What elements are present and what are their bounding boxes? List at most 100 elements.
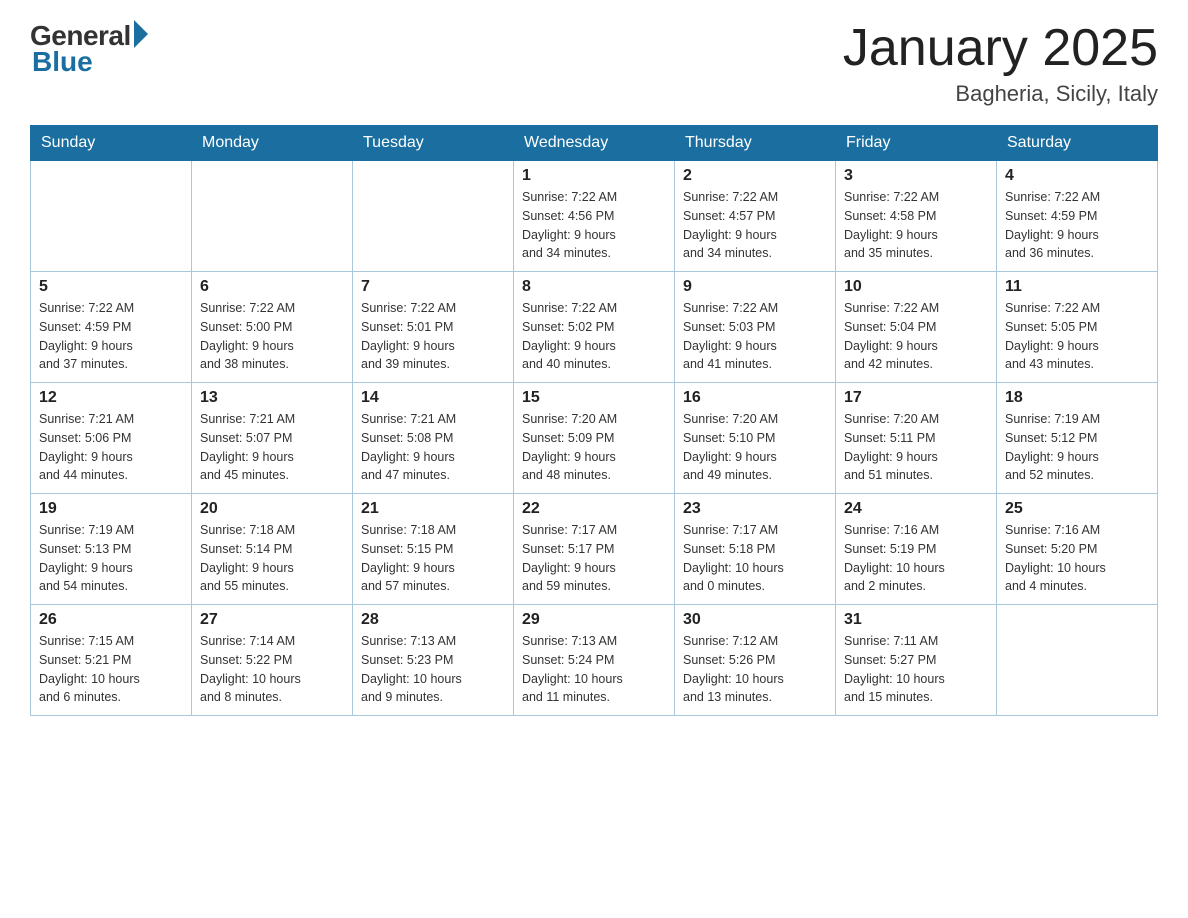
day-info: Sunrise: 7:22 AM Sunset: 4:56 PM Dayligh… [522, 188, 666, 263]
day-info: Sunrise: 7:17 AM Sunset: 5:17 PM Dayligh… [522, 521, 666, 596]
day-info: Sunrise: 7:18 AM Sunset: 5:14 PM Dayligh… [200, 521, 344, 596]
day-number: 24 [844, 500, 988, 518]
day-number: 5 [39, 278, 183, 296]
calendar-day-cell: 12 Sunrise: 7:21 AM Sunset: 5:06 PM Dayli… [31, 383, 192, 494]
day-info: Sunrise: 7:13 AM Sunset: 5:23 PM Dayligh… [361, 632, 505, 707]
calendar-day-cell: 16 Sunrise: 7:20 AM Sunset: 5:10 PM Dayli… [675, 383, 836, 494]
logo-blue-text: Blue [32, 46, 93, 78]
day-number: 22 [522, 500, 666, 518]
day-number: 29 [522, 611, 666, 629]
calendar-day-cell: 5 Sunrise: 7:22 AM Sunset: 4:59 PM Daylig… [31, 272, 192, 383]
day-info: Sunrise: 7:22 AM Sunset: 5:00 PM Dayligh… [200, 299, 344, 374]
day-number: 28 [361, 611, 505, 629]
day-info: Sunrise: 7:19 AM Sunset: 5:13 PM Dayligh… [39, 521, 183, 596]
logo: General Blue [30, 20, 148, 78]
calendar-day-cell: 9 Sunrise: 7:22 AM Sunset: 5:03 PM Daylig… [675, 272, 836, 383]
day-info: Sunrise: 7:21 AM Sunset: 5:07 PM Dayligh… [200, 410, 344, 485]
day-number: 10 [844, 278, 988, 296]
day-info: Sunrise: 7:22 AM Sunset: 4:59 PM Dayligh… [1005, 188, 1149, 263]
day-of-week-header: Thursday [675, 126, 836, 161]
day-number: 25 [1005, 500, 1149, 518]
calendar-header-row: SundayMondayTuesdayWednesdayThursdayFrid… [31, 126, 1158, 161]
day-info: Sunrise: 7:22 AM Sunset: 5:04 PM Dayligh… [844, 299, 988, 374]
day-info: Sunrise: 7:20 AM Sunset: 5:10 PM Dayligh… [683, 410, 827, 485]
day-info: Sunrise: 7:15 AM Sunset: 5:21 PM Dayligh… [39, 632, 183, 707]
calendar-empty-cell [353, 161, 514, 272]
month-title: January 2025 [843, 20, 1158, 77]
day-number: 9 [683, 278, 827, 296]
calendar-day-cell: 8 Sunrise: 7:22 AM Sunset: 5:02 PM Daylig… [514, 272, 675, 383]
day-number: 8 [522, 278, 666, 296]
day-number: 1 [522, 167, 666, 185]
calendar-day-cell: 10 Sunrise: 7:22 AM Sunset: 5:04 PM Dayli… [836, 272, 997, 383]
day-number: 14 [361, 389, 505, 407]
day-info: Sunrise: 7:22 AM Sunset: 4:57 PM Dayligh… [683, 188, 827, 263]
day-number: 11 [1005, 278, 1149, 296]
title-block: January 2025 Bagheria, Sicily, Italy [843, 20, 1158, 107]
calendar-day-cell: 23Sunrise: 7:17 AM Sunset: 5:18 PM Dayli… [675, 494, 836, 605]
calendar-day-cell: 7Sunrise: 7:22 AM Sunset: 5:01 PM Daylig… [353, 272, 514, 383]
logo-arrow-icon [134, 20, 148, 48]
day-number: 21 [361, 500, 505, 518]
day-number: 3 [844, 167, 988, 185]
calendar-day-cell: 17 Sunrise: 7:20 AM Sunset: 5:11 PM Dayli… [836, 383, 997, 494]
day-info: Sunrise: 7:16 AM Sunset: 5:19 PM Dayligh… [844, 521, 988, 596]
day-of-week-header: Wednesday [514, 126, 675, 161]
calendar-day-cell: 1 Sunrise: 7:22 AM Sunset: 4:56 PM Daylig… [514, 161, 675, 272]
calendar-day-cell: 15 Sunrise: 7:20 AM Sunset: 5:09 PM Dayli… [514, 383, 675, 494]
day-of-week-header: Tuesday [353, 126, 514, 161]
day-info: Sunrise: 7:19 AM Sunset: 5:12 PM Dayligh… [1005, 410, 1149, 485]
page-header: General Blue January 2025 Bagheria, Sici… [30, 20, 1158, 107]
calendar-day-cell: 6Sunrise: 7:22 AM Sunset: 5:00 PM Daylig… [192, 272, 353, 383]
day-of-week-header: Monday [192, 126, 353, 161]
day-number: 17 [844, 389, 988, 407]
day-info: Sunrise: 7:18 AM Sunset: 5:15 PM Dayligh… [361, 521, 505, 596]
day-of-week-header: Saturday [997, 126, 1158, 161]
day-info: Sunrise: 7:20 AM Sunset: 5:09 PM Dayligh… [522, 410, 666, 485]
day-number: 18 [1005, 389, 1149, 407]
day-info: Sunrise: 7:20 AM Sunset: 5:11 PM Dayligh… [844, 410, 988, 485]
day-info: Sunrise: 7:21 AM Sunset: 5:06 PM Dayligh… [39, 410, 183, 485]
calendar-day-cell: 18 Sunrise: 7:19 AM Sunset: 5:12 PM Dayli… [997, 383, 1158, 494]
day-number: 26 [39, 611, 183, 629]
calendar-day-cell: 4Sunrise: 7:22 AM Sunset: 4:59 PM Daylig… [997, 161, 1158, 272]
day-info: Sunrise: 7:16 AM Sunset: 5:20 PM Dayligh… [1005, 521, 1149, 596]
day-info: Sunrise: 7:22 AM Sunset: 5:05 PM Dayligh… [1005, 299, 1149, 374]
calendar-day-cell: 28 Sunrise: 7:13 AM Sunset: 5:23 PM Dayli… [353, 605, 514, 716]
calendar-week-row: 19 Sunrise: 7:19 AM Sunset: 5:13 PM Dayli… [31, 494, 1158, 605]
calendar-empty-cell [997, 605, 1158, 716]
day-number: 16 [683, 389, 827, 407]
calendar-empty-cell [31, 161, 192, 272]
day-number: 15 [522, 389, 666, 407]
day-number: 31 [844, 611, 988, 629]
calendar-day-cell: 14Sunrise: 7:21 AM Sunset: 5:08 PM Dayli… [353, 383, 514, 494]
day-of-week-header: Sunday [31, 126, 192, 161]
calendar-week-row: 12 Sunrise: 7:21 AM Sunset: 5:06 PM Dayli… [31, 383, 1158, 494]
day-info: Sunrise: 7:22 AM Sunset: 5:02 PM Dayligh… [522, 299, 666, 374]
day-info: Sunrise: 7:22 AM Sunset: 4:59 PM Dayligh… [39, 299, 183, 374]
calendar-week-row: 1 Sunrise: 7:22 AM Sunset: 4:56 PM Daylig… [31, 161, 1158, 272]
calendar-day-cell: 2Sunrise: 7:22 AM Sunset: 4:57 PM Daylig… [675, 161, 836, 272]
calendar-day-cell: 13 Sunrise: 7:21 AM Sunset: 5:07 PM Dayli… [192, 383, 353, 494]
day-info: Sunrise: 7:13 AM Sunset: 5:24 PM Dayligh… [522, 632, 666, 707]
day-number: 13 [200, 389, 344, 407]
day-info: Sunrise: 7:22 AM Sunset: 4:58 PM Dayligh… [844, 188, 988, 263]
calendar-day-cell: 27Sunrise: 7:14 AM Sunset: 5:22 PM Dayli… [192, 605, 353, 716]
day-number: 30 [683, 611, 827, 629]
day-number: 12 [39, 389, 183, 407]
day-number: 19 [39, 500, 183, 518]
day-info: Sunrise: 7:14 AM Sunset: 5:22 PM Dayligh… [200, 632, 344, 707]
calendar-day-cell: 19 Sunrise: 7:19 AM Sunset: 5:13 PM Dayli… [31, 494, 192, 605]
day-number: 23 [683, 500, 827, 518]
day-number: 7 [361, 278, 505, 296]
day-of-week-header: Friday [836, 126, 997, 161]
calendar-day-cell: 30Sunrise: 7:12 AM Sunset: 5:26 PM Dayli… [675, 605, 836, 716]
calendar-day-cell: 20Sunrise: 7:18 AM Sunset: 5:14 PM Dayli… [192, 494, 353, 605]
calendar-day-cell: 11 Sunrise: 7:22 AM Sunset: 5:05 PM Dayli… [997, 272, 1158, 383]
day-info: Sunrise: 7:22 AM Sunset: 5:03 PM Dayligh… [683, 299, 827, 374]
calendar-day-cell: 24 Sunrise: 7:16 AM Sunset: 5:19 PM Dayli… [836, 494, 997, 605]
calendar-day-cell: 29 Sunrise: 7:13 AM Sunset: 5:24 PM Dayli… [514, 605, 675, 716]
calendar-day-cell: 25 Sunrise: 7:16 AM Sunset: 5:20 PM Dayli… [997, 494, 1158, 605]
day-info: Sunrise: 7:11 AM Sunset: 5:27 PM Dayligh… [844, 632, 988, 707]
calendar-table: SundayMondayTuesdayWednesdayThursdayFrid… [30, 125, 1158, 716]
